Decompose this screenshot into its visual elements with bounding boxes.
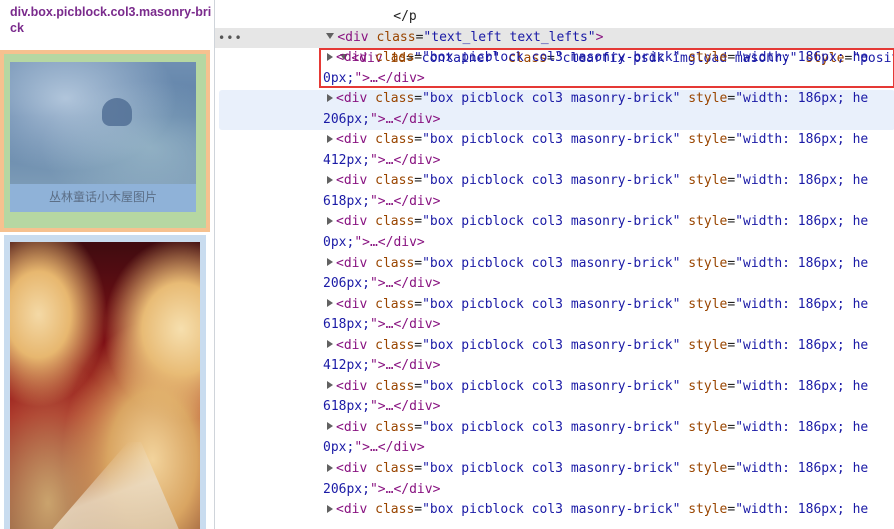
collapsed-arrow-icon[interactable] (327, 134, 333, 143)
brick-node-continuation: 412px;">…</div> (323, 356, 440, 376)
brick-node-continuation: 618px;">…</div> (323, 315, 440, 335)
brick-node-continuation: 0px;">…</div> (323, 438, 425, 458)
brick-style-value: "width: 186px; he (735, 461, 869, 476)
elements-panel[interactable]: </p <div class="text_left text_lefts"> •… (214, 0, 894, 529)
collapsed-arrow-icon[interactable] (327, 381, 333, 390)
brick-style-value: "width: 186px; he (735, 173, 869, 189)
collapsed-arrow-icon[interactable] (327, 463, 333, 472)
collapsed-arrow-icon[interactable] (327, 258, 333, 266)
brick-class-value: "box picblock col3 masonry-brick" (422, 296, 681, 312)
collapsed-arrow-icon[interactable] (327, 93, 333, 102)
brick-class-value: "box picblock col3 masonry-brick" (422, 91, 681, 107)
brick-node-continuation: 412px;">…</div> (323, 151, 440, 171)
page-preview: div.box.picblock.col3.masonry-brick 丛林童话… (0, 0, 214, 529)
brick-node[interactable]: <div class="box picblock col3 masonry-br… (327, 336, 868, 356)
brick-node[interactable]: <div class="box picblock col3 masonry-br… (327, 254, 868, 274)
brick-close: ">…</div> (354, 440, 425, 456)
brick-style-value: "width: 186px; he (735, 419, 869, 435)
brick-node-continuation: 206px;">…</div> (323, 110, 440, 130)
collapsed-arrow-icon[interactable] (327, 175, 333, 184)
brick-close: ">…</div> (369, 152, 441, 168)
brick-style-tail: 0px; (323, 234, 355, 250)
brick-node-continuation: 206px;">…</div> (323, 480, 440, 500)
brick-style-tail: 206px; (323, 276, 370, 291)
brick-style-tail: 0px; (323, 440, 355, 456)
brick-node[interactable]: <div class="box picblock col3 masonry-br… (327, 171, 868, 191)
cabin-shape (102, 98, 132, 126)
autumn-trees-image[interactable] (10, 242, 200, 529)
brick-node[interactable]: <div class="box picblock col3 masonry-br… (327, 418, 868, 438)
collapsed-arrow-icon[interactable] (327, 422, 333, 431)
brick-node[interactable]: <div class="box picblock col3 masonry-br… (327, 89, 868, 109)
brick-close: ">…</div> (369, 399, 441, 415)
brick-node-continuation: 618px;">…</div> (323, 192, 440, 212)
brick-style-value: "width: 186px; he (735, 296, 869, 312)
brick-class-value: "box picblock col3 masonry-brick" (422, 132, 681, 148)
brick-close: ">…</div> (369, 317, 441, 333)
brick-style-value: "width: 186px; he (735, 378, 869, 394)
brick-node-continuation: 618px;">…</div> (323, 397, 440, 417)
brick-node[interactable]: <div class="box picblock col3 masonry-br… (327, 500, 868, 520)
brick-class-value: "box picblock col3 masonry-brick" (422, 461, 681, 476)
brick-style-tail: 206px; (323, 481, 370, 497)
forest-cabin-image[interactable] (10, 62, 196, 184)
brick-node[interactable]: <div class="box picblock col3 masonry-br… (327, 459, 868, 479)
brick-content[interactable]: 丛林童话小木屋图片 (10, 62, 196, 212)
collapsed-arrow-icon[interactable] (327, 299, 333, 308)
brick-style-tail: 618px; (323, 399, 370, 415)
brick-close: ">…</div> (369, 358, 441, 374)
brick-style-value: "width: 186px; he (735, 132, 869, 148)
dom-node-text-left[interactable]: <div class="text_left text_lefts"> (295, 7, 603, 45)
collapsed-arrow-icon[interactable] (327, 504, 333, 513)
brick-close: ">…</div> (369, 111, 441, 127)
collapsed-arrow-icon[interactable] (327, 216, 333, 225)
brick-style-tail: 618px; (323, 193, 370, 209)
brick-style-value: "width: 186px; he (735, 214, 869, 230)
brick-style-value: "width: 186px; he (735, 255, 869, 271)
brick-class-value: "box picblock col3 masonry-brick" (422, 255, 681, 271)
brick-style-tail: 618px; (323, 317, 370, 333)
brick-close: ">…</div> (369, 481, 441, 497)
brick-style-tail: 412px; (323, 152, 370, 168)
brick-close: ">…</div> (369, 276, 441, 291)
brick-class-value: "box picblock col3 masonry-brick" (422, 419, 681, 435)
brick-style-value: "width: 186px; he (735, 91, 869, 107)
brick-class-value: "box picblock col3 masonry-brick" (422, 173, 681, 189)
brick-style-value: "width: 186px; he (735, 502, 869, 518)
brick-node-continuation: 0px;">…</div> (323, 233, 425, 253)
brick-card[interactable] (4, 235, 206, 529)
tooltip-arrow (12, 42, 26, 49)
brick-style-tail: 412px; (323, 358, 370, 374)
brick-class-value: "box picblock col3 masonry-brick" (422, 337, 681, 353)
brick-class-value: "box picblock col3 masonry-brick" (422, 214, 681, 230)
path-shape (50, 442, 180, 529)
brick-class-value: "box picblock col3 masonry-brick" (422, 378, 681, 394)
brick-node[interactable]: <div class="box picblock col3 masonry-br… (327, 130, 868, 150)
brick-node[interactable]: <div class="box picblock col3 masonry-br… (327, 377, 868, 397)
element-tooltip: div.box.picblock.col3.masonry-brick (0, 0, 214, 42)
brick-style-tail: 206px; (323, 111, 370, 127)
brick-style-value: "width: 186px; he (735, 337, 869, 353)
brick-caption[interactable]: 丛林童话小木屋图片 (10, 188, 196, 205)
selected-node-outline (319, 48, 894, 88)
dom-node-container[interactable]: <div id="container" class="clearfix psdk… (309, 28, 894, 66)
collapsed-arrow-icon[interactable] (327, 340, 333, 349)
brick-close: ">…</div> (354, 234, 425, 250)
more-options-icon[interactable]: ••• (218, 28, 243, 49)
tooltip-selector: div.box.picblock.col3.masonry-brick (10, 5, 212, 35)
brick-node-continuation: 206px;">…</div> (323, 274, 440, 294)
brick-close: ">…</div> (369, 193, 441, 209)
brick-node[interactable]: <div class="box picblock col3 masonry-br… (327, 295, 868, 315)
brick-node[interactable]: <div class="box picblock col3 masonry-br… (327, 212, 868, 232)
dom-node-partial: </p (346, 8, 417, 24)
brick-class-value: "box picblock col3 masonry-brick" (422, 502, 681, 518)
